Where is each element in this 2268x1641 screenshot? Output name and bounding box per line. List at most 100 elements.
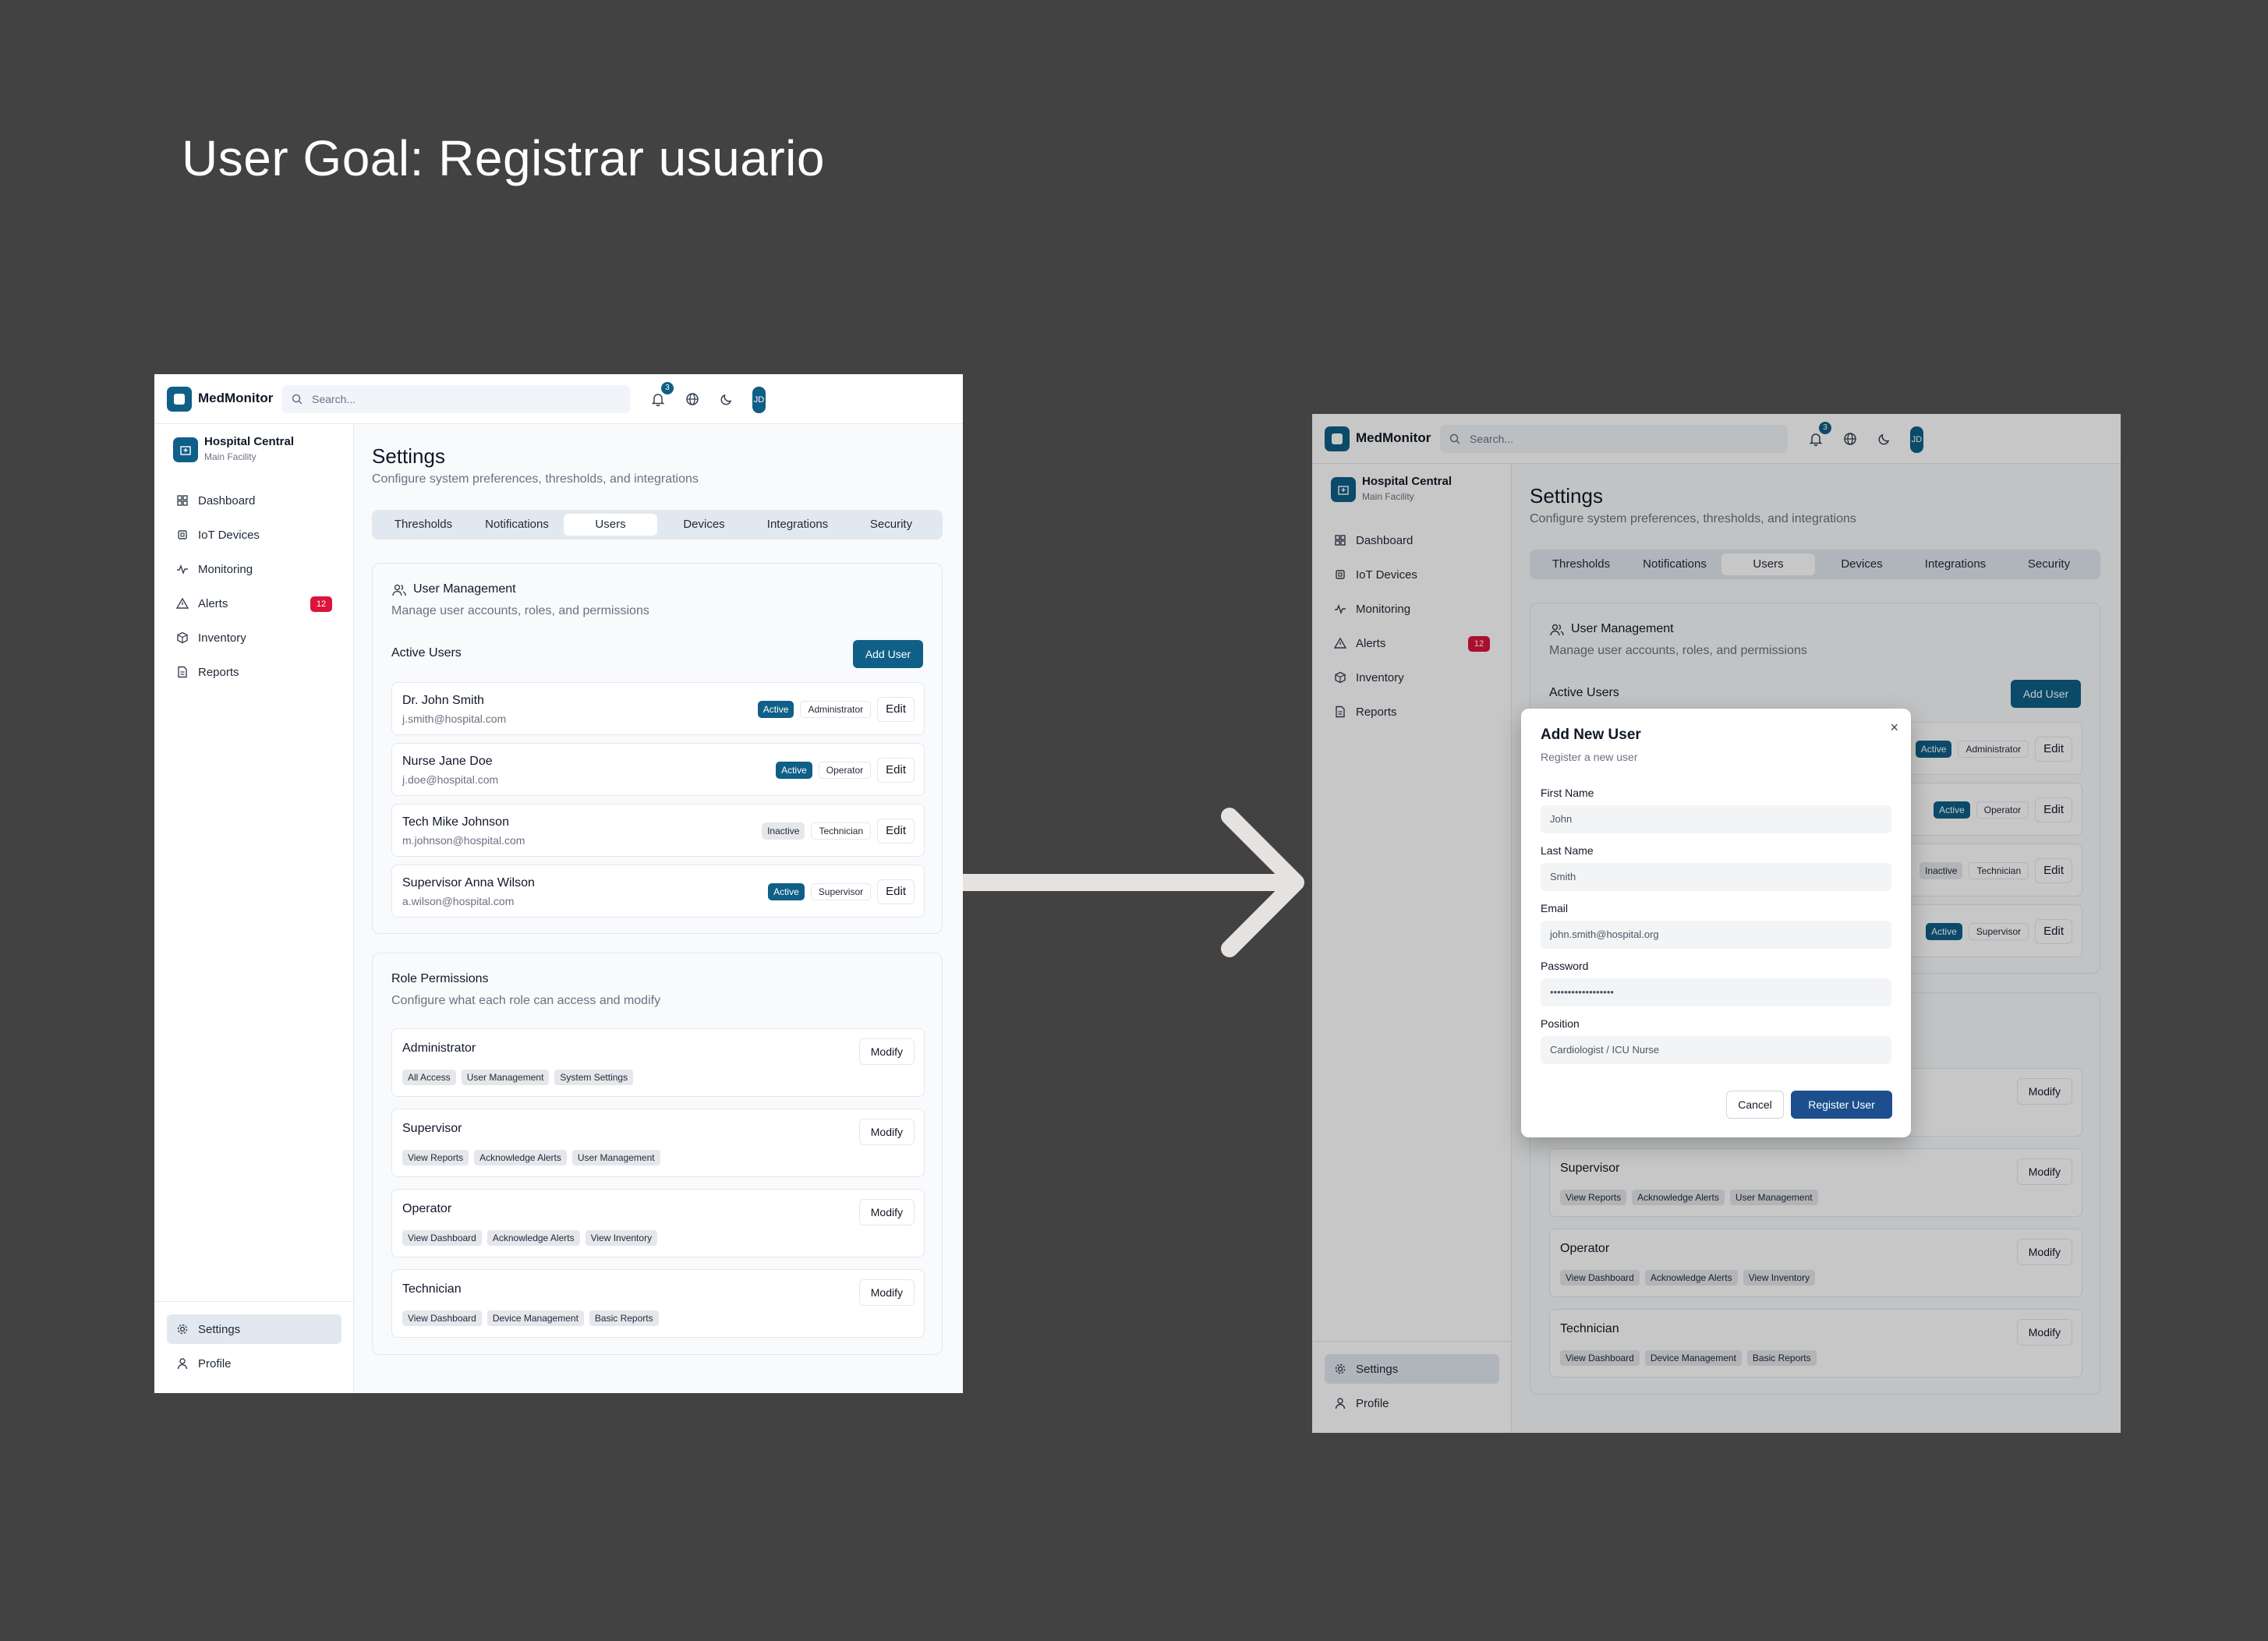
moon-icon[interactable] [719, 391, 734, 407]
tab-notifications[interactable]: Notifications [470, 514, 564, 536]
edit-user-button[interactable]: Edit [877, 697, 915, 722]
sidebar-item-label: Alerts [198, 597, 228, 610]
last-name-field[interactable]: Smith [1541, 863, 1891, 891]
search-input[interactable]: Search... [282, 385, 630, 413]
role-row: Administrator Modify All Access User Mana… [391, 1028, 925, 1097]
edit-user-button[interactable]: Edit [877, 758, 915, 783]
sidebar-item-settings[interactable]: Settings [167, 1314, 341, 1344]
sidebar-item-profile[interactable]: Profile [167, 1349, 341, 1378]
status-badge: Inactive [762, 822, 805, 840]
role-badge: Operator [818, 762, 872, 779]
dialog-subtitle: Register a new user [1541, 751, 1638, 763]
first-name-label: First Name [1541, 787, 1594, 799]
user-email: a.wilson@hospital.com [402, 895, 515, 907]
password-label: Password [1541, 960, 1589, 972]
sidebar-item-label: Monitoring [198, 563, 253, 576]
role-name: Operator [402, 1202, 452, 1215]
permission-tag: Acknowledge Alerts [487, 1230, 580, 1246]
goal-title: User Goal: Registrar usuario [182, 130, 825, 186]
permission-tag: System Settings [554, 1070, 634, 1085]
user-management-subtitle: Manage user accounts, roles, and permiss… [391, 604, 649, 617]
role-row: Technician Modify View Dashboard Device M… [391, 1269, 925, 1338]
role-name: Technician [402, 1282, 462, 1296]
status-badge: Active [757, 701, 794, 718]
user-email: j.smith@hospital.com [402, 713, 507, 725]
modify-role-button[interactable]: Modify [858, 1119, 915, 1145]
permission-tag: View Reports [402, 1150, 469, 1165]
screen-before: MedMonitor Search... 3 JD Hospital Centr… [154, 374, 963, 1393]
role-row: Operator Modify View Dashboard Acknowledg… [391, 1189, 925, 1257]
users-icon [392, 584, 406, 596]
permission-tag: Device Management [487, 1310, 584, 1326]
notification-badge: 3 [661, 382, 674, 394]
modify-role-button[interactable]: Modify [858, 1038, 915, 1065]
sidebar-item-label: Profile [198, 1357, 232, 1370]
box-icon [177, 631, 188, 644]
tab-integrations[interactable]: Integrations [751, 514, 844, 536]
position-field[interactable]: Cardiologist / ICU Nurse [1541, 1036, 1891, 1064]
chip-icon [178, 530, 187, 539]
close-icon[interactable]: × [1890, 720, 1898, 736]
page-subtitle: Configure system preferences, thresholds… [372, 472, 699, 486]
alerts-count-badge: 12 [310, 596, 332, 612]
screen-after: MedMonitor Search... 3 JD Hospital Centr… [1312, 414, 2121, 1433]
permission-tag: Basic Reports [589, 1310, 659, 1326]
sidebar-item-monitoring[interactable]: Monitoring [167, 554, 341, 584]
add-user-button[interactable]: Add User [853, 640, 923, 668]
dialog-title: Add New User [1541, 727, 1641, 743]
facility-subtitle: Main Facility [204, 451, 257, 462]
password-field[interactable]: •••••••••••••••••• [1541, 978, 1891, 1006]
permission-tag: User Management [461, 1070, 550, 1085]
user-name: Supervisor Anna Wilson [402, 876, 535, 889]
user-row: Dr. John Smith j.smith@hospital.com Acti… [391, 682, 925, 735]
modify-role-button[interactable]: Modify [858, 1199, 915, 1225]
status-badge: Active [768, 883, 805, 900]
modify-role-button[interactable]: Modify [858, 1279, 915, 1306]
app-logo [167, 387, 192, 412]
tab-devices[interactable]: Devices [657, 514, 751, 536]
tab-thresholds[interactable]: Thresholds [377, 514, 470, 536]
role-permissions-subtitle: Configure what each role can access and … [391, 994, 661, 1007]
permission-tag: Acknowledge Alerts [474, 1150, 567, 1165]
sidebar-item-label: Settings [198, 1323, 241, 1336]
hospital-icon [173, 437, 198, 462]
email-field[interactable]: john.smith@hospital.org [1541, 921, 1891, 949]
tab-security[interactable]: Security [844, 514, 938, 536]
user-email: m.johnson@hospital.com [402, 834, 525, 847]
sidebar-item-iot-devices[interactable]: IoT Devices [167, 520, 341, 550]
edit-user-button[interactable]: Edit [877, 879, 915, 904]
search-placeholder: Search... [312, 393, 356, 405]
role-permissions-card: Role Permissions Configure what each rol… [372, 953, 943, 1355]
main-content: Settings Configure system preferences, t… [354, 424, 963, 1393]
sidebar-item-alerts[interactable]: Alerts 12 [167, 589, 341, 618]
permission-tag: All Access [402, 1070, 456, 1085]
tab-users[interactable]: Users [564, 514, 657, 536]
cancel-button[interactable]: Cancel [1726, 1091, 1784, 1119]
globe-icon[interactable] [685, 391, 700, 407]
app-name: MedMonitor [198, 391, 274, 405]
user-email: j.doe@hospital.com [402, 773, 499, 786]
search-icon [292, 394, 303, 405]
sidebar-item-dashboard[interactable]: Dashboard [167, 486, 341, 515]
top-bar: MedMonitor Search... 3 JD [154, 374, 963, 424]
role-badge: Supervisor [810, 883, 872, 900]
edit-user-button[interactable]: Edit [877, 819, 915, 843]
user-name: Dr. John Smith [402, 694, 484, 707]
user-row: Supervisor Anna Wilson a.wilson@hospital… [391, 865, 925, 918]
page-title: Settings [372, 444, 445, 468]
bell-icon[interactable] [650, 391, 666, 407]
last-name-label: Last Name [1541, 844, 1594, 857]
register-user-button[interactable]: Register User [1791, 1091, 1892, 1119]
permission-tag: View Inventory [585, 1230, 658, 1246]
sidebar-item-inventory[interactable]: Inventory [167, 623, 341, 653]
sidebar: Hospital Central Main Facility Dashboard… [154, 424, 354, 1393]
first-name-field[interactable]: John [1541, 805, 1891, 833]
sidebar-item-reports[interactable]: Reports [167, 657, 341, 687]
user-management-title: User Management [413, 582, 516, 596]
sidebar-divider [154, 1301, 354, 1302]
avatar[interactable]: JD [752, 387, 766, 413]
role-name: Supervisor [402, 1122, 462, 1135]
position-label: Position [1541, 1017, 1580, 1030]
sidebar-item-label: Dashboard [198, 494, 256, 508]
user-icon [177, 1358, 188, 1370]
